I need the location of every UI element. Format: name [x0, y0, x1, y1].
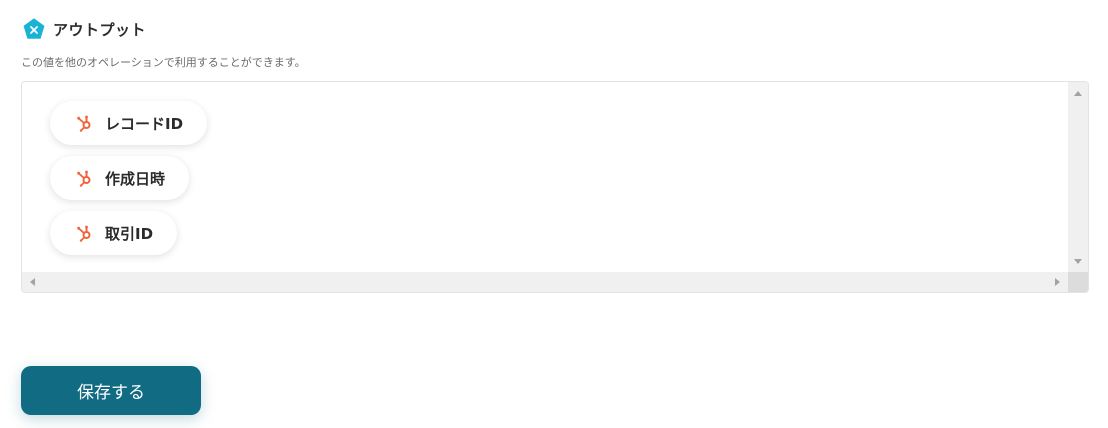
hubspot-icon: [77, 225, 91, 242]
scroll-left-arrow-icon[interactable]: [30, 278, 35, 286]
output-chip-created-at[interactable]: 作成日時: [50, 156, 190, 200]
scroll-down-arrow-icon[interactable]: [1074, 259, 1082, 264]
hubspot-icon: [77, 115, 91, 132]
output-chip-label: 取引ID: [105, 224, 154, 243]
hubspot-icon: [77, 170, 91, 187]
output-chip-label: レコードID: [105, 114, 184, 133]
scrollbar-corner: [1068, 272, 1088, 292]
section-description: この値を他のオペレーションで利用することができます。: [21, 56, 306, 69]
output-chip-record-id[interactable]: レコードID: [50, 101, 208, 145]
output-chip-label: 作成日時: [105, 169, 166, 188]
output-chip-deal-id[interactable]: 取引ID: [50, 211, 178, 255]
output-settings-page: アウトプット この値を他のオペレーションで利用することができます。 レコードID: [0, 0, 1108, 428]
pentagon-x-icon: [23, 18, 45, 39]
output-list-panel: レコードID 作成日時 取引ID: [21, 81, 1089, 293]
section-title: アウトプット: [53, 20, 147, 39]
output-chip-list: レコードID 作成日時 取引ID: [50, 101, 208, 255]
scroll-right-arrow-icon[interactable]: [1055, 278, 1060, 286]
section-header: アウトプット: [23, 18, 146, 40]
save-button[interactable]: 保存する: [21, 366, 201, 415]
horizontal-scrollbar[interactable]: [22, 272, 1068, 292]
scroll-up-arrow-icon[interactable]: [1074, 91, 1082, 96]
vertical-scrollbar[interactable]: [1068, 82, 1088, 272]
